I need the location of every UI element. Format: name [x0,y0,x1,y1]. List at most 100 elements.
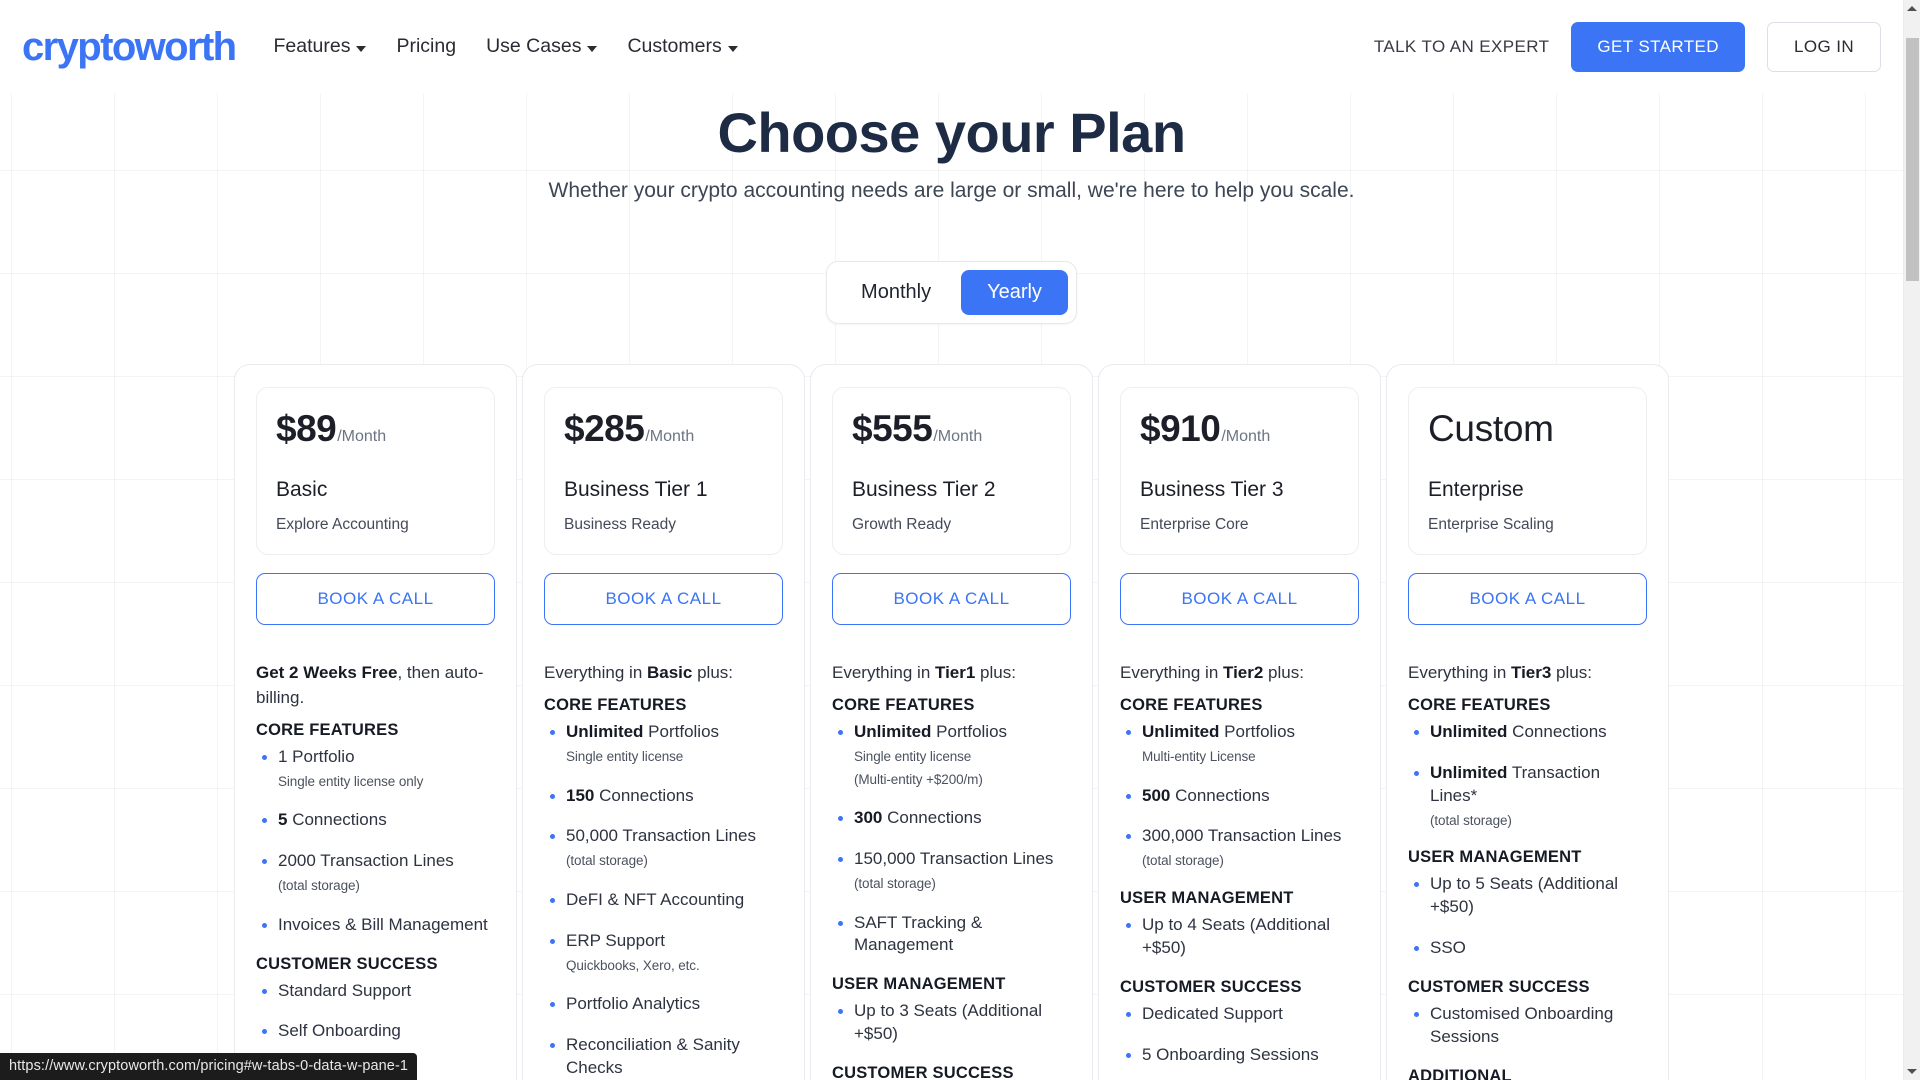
feature-list: Up to 5 Seats (Additional +$50) SSO [1408,873,1647,960]
billing-toggle-row: Monthly Yearly [0,261,1903,325]
nav-label: Use Cases [486,35,582,57]
book-a-call-button[interactable]: BOOK A CALL [1408,573,1647,626]
feature-item-note: (total storage) [1430,812,1512,828]
pricing-cards-row: $89/Month Basic Explore Accounting BOOK A C… [0,364,1903,1080]
plan-price-period: /Month [337,428,387,446]
nav-item-pricing[interactable]: Pricing [396,35,456,58]
plan-name: Enterprise [1428,478,1524,502]
pricing-card-header: $89/Month Basic Explore Accounting [256,387,495,556]
plan-tagline: Growth Ready [852,516,952,534]
feature-item: Unlimited Transaction Lines* (total stora… [1408,762,1647,830]
feature-section-heading: CORE FEATURES [1120,696,1263,715]
page-title: Choose your Plan [717,101,1186,164]
feature-item: 5 Connections [256,809,495,832]
site-header: cryptoworth Features Pricing Use Cases C… [0,0,1903,93]
feature-item: Dedicated Support [1120,1003,1359,1026]
feature-item-note: (Multi-entity +$200/m) [854,771,983,787]
feature-item: 150,000 Transaction Lines (total storage) [832,848,1071,894]
feature-list: 1 Portfolio Single entity license only 5 C… [256,746,495,937]
feature-list: Up to 3 Seats (Additional +$50) [832,1000,1071,1046]
pricing-card-header: $555/Month Business Tier 2 Growth Ready [832,387,1071,556]
pricing-card-header: Custom Enterprise Enterprise Scaling [1408,387,1647,556]
plan-price: $89 [276,408,337,450]
feature-list: Standard Support Self Onboarding [256,980,495,1044]
talk-to-an-expert-link[interactable]: TALK TO AN EXPERT [1374,37,1550,57]
scroll-up-arrow-icon[interactable] [1904,0,1920,17]
scroll-down-arrow-icon[interactable] [1904,1063,1920,1080]
feature-item: Unlimited Portfolios Single entity licens… [832,721,1071,789]
plan-features: Get 2 Weeks Free, then auto-billing. CORE… [256,661,495,1043]
book-a-call-button[interactable]: BOOK A CALL [256,573,495,626]
feature-section-heading: CUSTOMER SUCCESS [1120,977,1302,996]
nav-item-use-cases[interactable]: Use Cases [486,35,598,58]
feature-item-note: Single entity license [566,748,684,764]
chevron-down-icon [356,45,367,52]
feature-item-note: Multi-entity License [1142,748,1256,764]
feature-item: Invoices & Bill Management [256,914,495,937]
header-actions: TALK TO AN EXPERT GET STARTED LOG IN [1374,21,1881,72]
pricing-card: $89/Month Basic Explore Accounting BOOK A C… [234,364,517,1080]
feature-list: Unlimited Connections Unlimited Transacti… [1408,721,1647,830]
feature-section-heading: CORE FEATURES [832,696,975,715]
feature-item: 1 Portfolio Single entity license only [256,746,495,792]
feature-item: ERP Support Quickbooks, Xero, etc. [544,930,783,976]
pricing-section: Choose your Plan Whether your crypto acc… [0,93,1903,1080]
nav-item-customers[interactable]: Customers [627,35,738,58]
feature-item: 300,000 Transaction Lines (total storage) [1120,825,1359,871]
feature-item: 150 Connections [544,785,783,808]
book-a-call-button[interactable]: BOOK A CALL [832,573,1071,626]
feature-section-heading: USER MANAGEMENT [1408,848,1582,867]
plan-name: Business Tier 1 [564,478,708,502]
chevron-down-icon [727,45,738,52]
plan-features: Everything in Tier3 plus: CORE FEATURES Un… [1408,661,1647,1080]
tab-yearly[interactable]: Yearly [961,270,1068,316]
plan-name: Basic [276,478,328,502]
get-started-button[interactable]: GET STARTED [1571,21,1745,72]
plan-features-intro: Everything in Basic plus: [544,663,734,683]
feature-item: 500 Connections [1120,785,1359,808]
plan-features: Everything in Tier1 plus: CORE FEATURES Un… [832,661,1071,1080]
page-scrollbar[interactable] [1903,0,1920,1080]
price-line: Custom [1428,408,1627,450]
page-content: cryptoworth Features Pricing Use Cases C… [0,0,1903,1080]
plan-price: Custom [1428,408,1554,450]
feature-item-note: Single entity license only [278,773,424,789]
feature-item-note: (total storage) [278,878,360,894]
chevron-down-icon [587,45,598,52]
feature-item: Up to 5 Seats (Additional +$50) [1408,873,1647,919]
nav-label: Features [273,35,351,57]
feature-section-heading: USER MANAGEMENT [832,975,1006,994]
feature-item: 50,000 Transaction Lines (total storage) [544,825,783,871]
plan-features-intro: Get 2 Weeks Free, then auto-billing. [256,663,484,708]
feature-section-heading: CUSTOMER SUCCESS [832,1064,1014,1080]
price-line: $555/Month [852,408,1051,450]
feature-section-heading: CORE FEATURES [544,696,687,715]
plan-price-period: /Month [1221,428,1271,446]
pricing-card: $285/Month Business Tier 1 Business Ready B… [522,364,805,1080]
feature-item: SAFT Tracking & Management [832,912,1071,958]
tab-monthly[interactable]: Monthly [835,270,957,315]
nav-item-features[interactable]: Features [274,35,367,58]
feature-section-heading: CORE FEATURES [1408,696,1551,715]
plan-price: $555 [852,408,933,450]
plan-name: Business Tier 3 [1140,478,1284,502]
pricing-card-header: $285/Month Business Tier 1 Business Ready [544,387,783,556]
pricing-card: Custom Enterprise Enterprise Scaling BOOK A… [1386,364,1669,1080]
log-in-button[interactable]: LOG IN [1766,21,1881,72]
plan-features-intro: Everything in Tier2 plus: [1120,663,1304,683]
feature-list: Unlimited Portfolios Multi-entity License… [1120,721,1359,871]
book-a-call-button[interactable]: BOOK A CALL [544,573,783,626]
logo-cryptoworth[interactable]: cryptoworth [22,27,237,67]
feature-item-note: Quickbooks, Xero, etc. [566,957,700,973]
feature-item: Up to 3 Seats (Additional +$50) [832,1000,1071,1046]
status-bar-url: https://www.cryptoworth.com/pricing#w-ta… [0,1053,418,1080]
book-a-call-button[interactable]: BOOK A CALL [1120,573,1359,626]
nav-label: Pricing [396,35,457,57]
price-line: $89/Month [276,408,475,450]
plan-name: Business Tier 2 [852,478,996,502]
scrollbar-thumb[interactable] [1906,38,1919,281]
hero: Choose your Plan Whether your crypto acc… [0,93,1903,203]
feature-item: Reconciliation & Sanity Checks [544,1034,783,1080]
feature-item: 5 Onboarding Sessions [1120,1044,1359,1067]
main-nav: Features Pricing Use Cases Customers [274,35,738,58]
